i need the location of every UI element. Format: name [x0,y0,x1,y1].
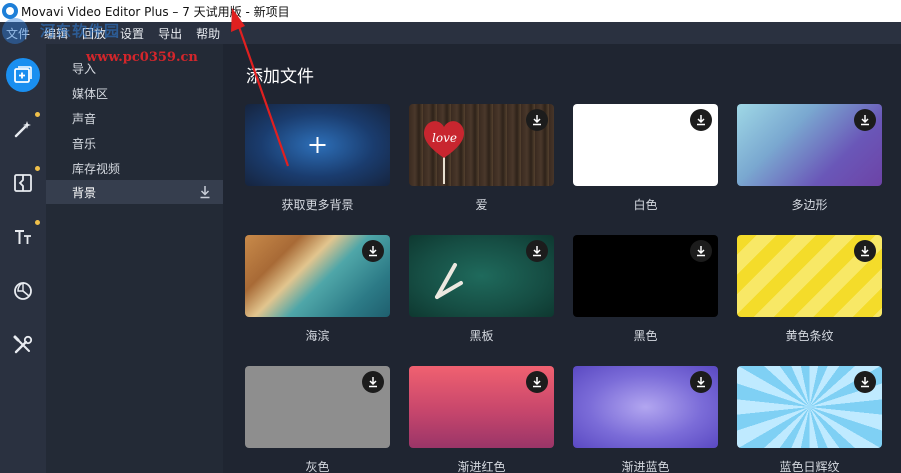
download-icon [861,115,869,126]
page-title: 添加文件 [246,67,314,87]
download-icon [697,246,705,257]
tile-polygon[interactable]: 多边形 [737,104,882,213]
category-backgrounds[interactable]: 背景 [46,180,223,204]
download-icon [697,377,705,388]
tile-gray[interactable]: 灰色 [245,366,390,473]
tile-label: 黑板 [469,329,494,343]
rail-transitions[interactable] [0,160,46,206]
download-button[interactable] [526,240,548,262]
tool-rail [0,44,46,473]
tile-beach[interactable]: 海滨 [245,235,390,344]
tile-label: 多边形 [791,198,828,212]
add-media-icon [14,66,32,83]
download-button[interactable] [854,371,876,393]
category-panel: 导入 媒体区 声音 音乐 库存视频 背景 [46,44,223,473]
download-button[interactable] [854,109,876,131]
tile-label: 蓝色日辉纹 [779,460,840,473]
category-stock-video[interactable]: 库存视频 [46,156,223,180]
category-label: 背景 [72,185,97,200]
tile-gradient-red[interactable]: 渐进红色 [409,366,554,473]
app-logo-icon [2,3,18,19]
tile-label: 爱 [475,198,488,212]
new-indicator [35,112,40,117]
app-window: Movavi Video Editor Plus – 7 天试用版 - 新项目 … [0,0,901,473]
titles-icon [15,230,31,244]
thumbnail[interactable] [245,104,390,186]
thumbnail[interactable] [409,366,554,448]
download-icon [861,246,869,257]
magic-wand-icon [14,121,31,138]
download-icon [533,115,541,126]
rail-titles[interactable] [0,214,46,260]
rail-filters[interactable] [0,106,46,152]
tile-label: 黄色条纹 [785,329,834,343]
tile-black[interactable]: 黑色 [573,235,718,344]
thumbnail[interactable] [573,366,718,448]
thumbnail[interactable] [573,104,718,186]
download-button[interactable] [362,240,384,262]
tile-white[interactable]: 白色 [573,104,718,213]
thumbnail[interactable] [737,366,882,448]
download-button[interactable] [362,371,384,393]
new-indicator [35,166,40,171]
tile-blue-sunburst[interactable]: 蓝色日辉纹 [737,366,882,473]
menu-settings[interactable]: 设置 [113,25,151,42]
title-bar: Movavi Video Editor Plus – 7 天试用版 - 新项目 [0,0,901,22]
love-text: love [432,131,457,145]
menu-help[interactable]: 帮助 [189,25,227,42]
tile-label: 海滨 [305,329,330,343]
plus-icon [309,137,326,153]
download-icon [369,246,377,257]
tile-gradient-blue[interactable]: 渐进蓝色 [573,366,718,473]
thumbnail[interactable] [573,235,718,317]
thumbnail[interactable] [737,104,882,186]
thumbnail[interactable]: love [409,104,554,186]
rail-import[interactable] [0,52,46,98]
thumbnail[interactable] [409,235,554,317]
tile-label: 渐进蓝色 [621,460,670,473]
tile-love[interactable]: love 爱 [409,104,554,213]
stickers-icon [14,281,32,300]
tile-get-more[interactable]: 获取更多背景 [245,104,390,213]
menu-playback[interactable]: 回放 [75,25,113,42]
download-icon [533,377,541,388]
download-icon [697,115,705,126]
transitions-icon [14,174,32,192]
tools-icon [13,335,33,354]
tile-label: 获取更多背景 [281,198,354,212]
category-import[interactable]: 导入 [46,56,223,80]
main-content: 添加文件 获取更多背景 love 爱 白色 多边形 海滨 黑板 黑色 黄色条纹 … [223,44,901,473]
rail-stickers[interactable] [0,268,46,314]
thumbnail[interactable] [737,235,882,317]
menu-export[interactable]: 导出 [151,25,189,42]
tile-label: 灰色 [305,460,330,473]
window-title: Movavi Video Editor Plus – 7 天试用版 - 新项目 [21,4,290,19]
thumbnail[interactable] [245,366,390,448]
watermark-logo [2,18,28,44]
menu-bar: 文件 编辑 回放 设置 导出 帮助 [0,22,901,44]
download-button[interactable] [690,109,712,131]
download-button[interactable] [690,371,712,393]
download-icon[interactable] [199,185,211,199]
download-button[interactable] [526,109,548,131]
thumbnail[interactable] [245,235,390,317]
category-music[interactable]: 音乐 [46,131,223,155]
tile-label: 白色 [633,198,658,212]
category-media-bin[interactable]: 媒体区 [46,81,223,105]
rail-tools[interactable] [0,322,46,368]
download-button[interactable] [854,240,876,262]
download-icon [369,377,377,388]
tile-chalkboard[interactable]: 黑板 [409,235,554,344]
download-button[interactable] [690,240,712,262]
menu-edit[interactable]: 编辑 [37,25,75,42]
tile-label: 渐进红色 [457,460,506,473]
new-indicator [35,220,40,225]
download-icon [533,246,541,257]
download-icon [861,377,869,388]
category-sound[interactable]: 声音 [46,106,223,130]
tile-yellow-stripes[interactable]: 黄色条纹 [737,235,882,344]
download-button[interactable] [526,371,548,393]
tile-label: 黑色 [633,329,658,343]
